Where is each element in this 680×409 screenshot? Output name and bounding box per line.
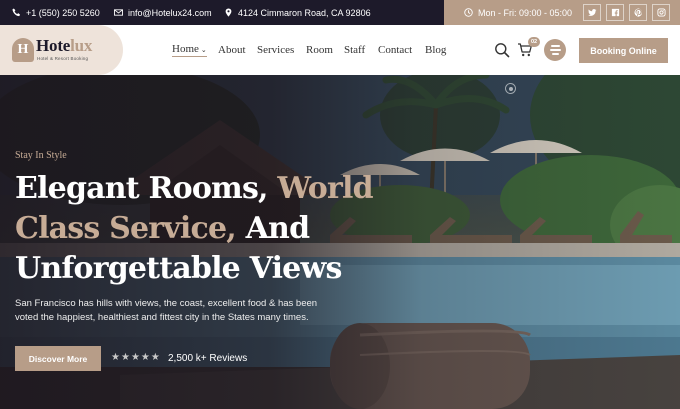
hamburger-line: [549, 49, 561, 51]
main-header: H Hotelux Hotel & Resort Booking Home ⌄ A…: [0, 25, 680, 75]
email-contact[interactable]: info@Hotelux24.com: [114, 0, 212, 25]
chevron-down-icon: ⌄: [200, 46, 207, 54]
social-links: [583, 4, 670, 21]
hours-text: Mon - Fri: 09:00 - 05:00: [478, 7, 573, 18]
logo-mark-icon: H: [12, 38, 34, 62]
slider-indicator-dot: [508, 86, 513, 91]
star-icon: ★: [111, 352, 120, 363]
search-icon[interactable]: [494, 42, 510, 58]
star-icon: ★: [150, 352, 160, 363]
phone-icon: [12, 8, 21, 17]
nav-blog-label: Blog: [425, 44, 447, 56]
reviews-count: 2,500 k+ Reviews: [168, 353, 248, 364]
map-pin-icon: [225, 8, 232, 17]
nav-room-label: Room: [306, 44, 333, 56]
facebook-icon[interactable]: [606, 4, 624, 21]
headline-part: Elegant Rooms,: [15, 171, 278, 206]
nav-about-label: About: [218, 44, 246, 56]
top-bar-right: Mon - Fri: 09:00 - 05:00: [444, 0, 680, 25]
hero-slider: Stay In Style Elegant Rooms, World Class…: [0, 75, 680, 409]
hero-eyebrow: Stay In Style: [15, 150, 67, 161]
hero-description: San Francisco has hills with views, the …: [15, 298, 318, 323]
nav-item-services[interactable]: Services: [257, 25, 294, 75]
logo-text: Hotelux: [36, 36, 92, 56]
logo-text-part1: Hote: [36, 36, 71, 55]
top-bar: +1 (550) 250 5260 info@Hotelux24.com 412…: [0, 0, 680, 25]
nav-item-blog[interactable]: Blog: [425, 25, 446, 75]
discover-more-button[interactable]: Discover More: [15, 346, 101, 371]
logo-tagline: Hotel & Resort Booking: [37, 56, 89, 61]
envelope-icon: [114, 9, 123, 16]
headline-accent-part: World: [277, 171, 373, 206]
twitter-icon[interactable]: [583, 4, 601, 21]
headline-accent-part: Class Service,: [15, 211, 246, 246]
address-contact: 4124 Cimmaron Road, CA 92806: [224, 0, 371, 25]
nav-item-room[interactable]: Room: [306, 25, 333, 75]
hero-headline: Elegant Rooms, World Class Service, And …: [15, 169, 375, 289]
nav-item-about[interactable]: About: [218, 25, 246, 75]
phone-contact[interactable]: +1 (550) 250 5260: [12, 0, 100, 25]
nav-home-link: Home ⌄: [172, 43, 207, 57]
nav-item-contact[interactable]: Contact: [378, 25, 412, 75]
phone-number: +1 (550) 250 5260: [26, 7, 100, 18]
logo[interactable]: H Hotelux Hotel & Resort Booking: [0, 25, 123, 75]
nav-item-home[interactable]: Home ⌄: [172, 25, 207, 75]
star-icon: ★: [130, 352, 140, 363]
nav-contact-label: Contact: [378, 44, 413, 56]
nav-staff-label: Staff: [344, 44, 366, 56]
slider-indicator[interactable]: [505, 83, 516, 94]
headline-part: Unforgettable Views: [15, 251, 342, 286]
star-icon: ★: [140, 352, 150, 363]
hamburger-menu-button[interactable]: [544, 39, 566, 61]
instagram-icon[interactable]: [652, 4, 670, 21]
pinterest-icon[interactable]: [629, 4, 647, 21]
email-address: info@Hotelux24.com: [128, 7, 212, 18]
headline-part: And: [245, 211, 310, 246]
star-icon: ★: [120, 352, 130, 363]
clock-icon: [464, 8, 473, 17]
booking-online-button[interactable]: Booking Online: [579, 38, 668, 63]
address-text: 4124 Cimmaron Road, CA 92806: [238, 7, 371, 18]
nav-home-label: Home: [172, 43, 199, 55]
logo-text-part2: lux: [70, 36, 93, 55]
rating-stars: ★ ★ ★ ★ ★: [111, 352, 160, 364]
hamburger-line: [550, 45, 560, 47]
nav-services-label: Services: [257, 44, 295, 56]
cart-count-badge: 02: [528, 37, 540, 47]
hamburger-line: [551, 53, 559, 55]
nav-item-staff[interactable]: Staff: [344, 25, 365, 75]
opening-hours: Mon - Fri: 09:00 - 05:00: [464, 8, 572, 18]
